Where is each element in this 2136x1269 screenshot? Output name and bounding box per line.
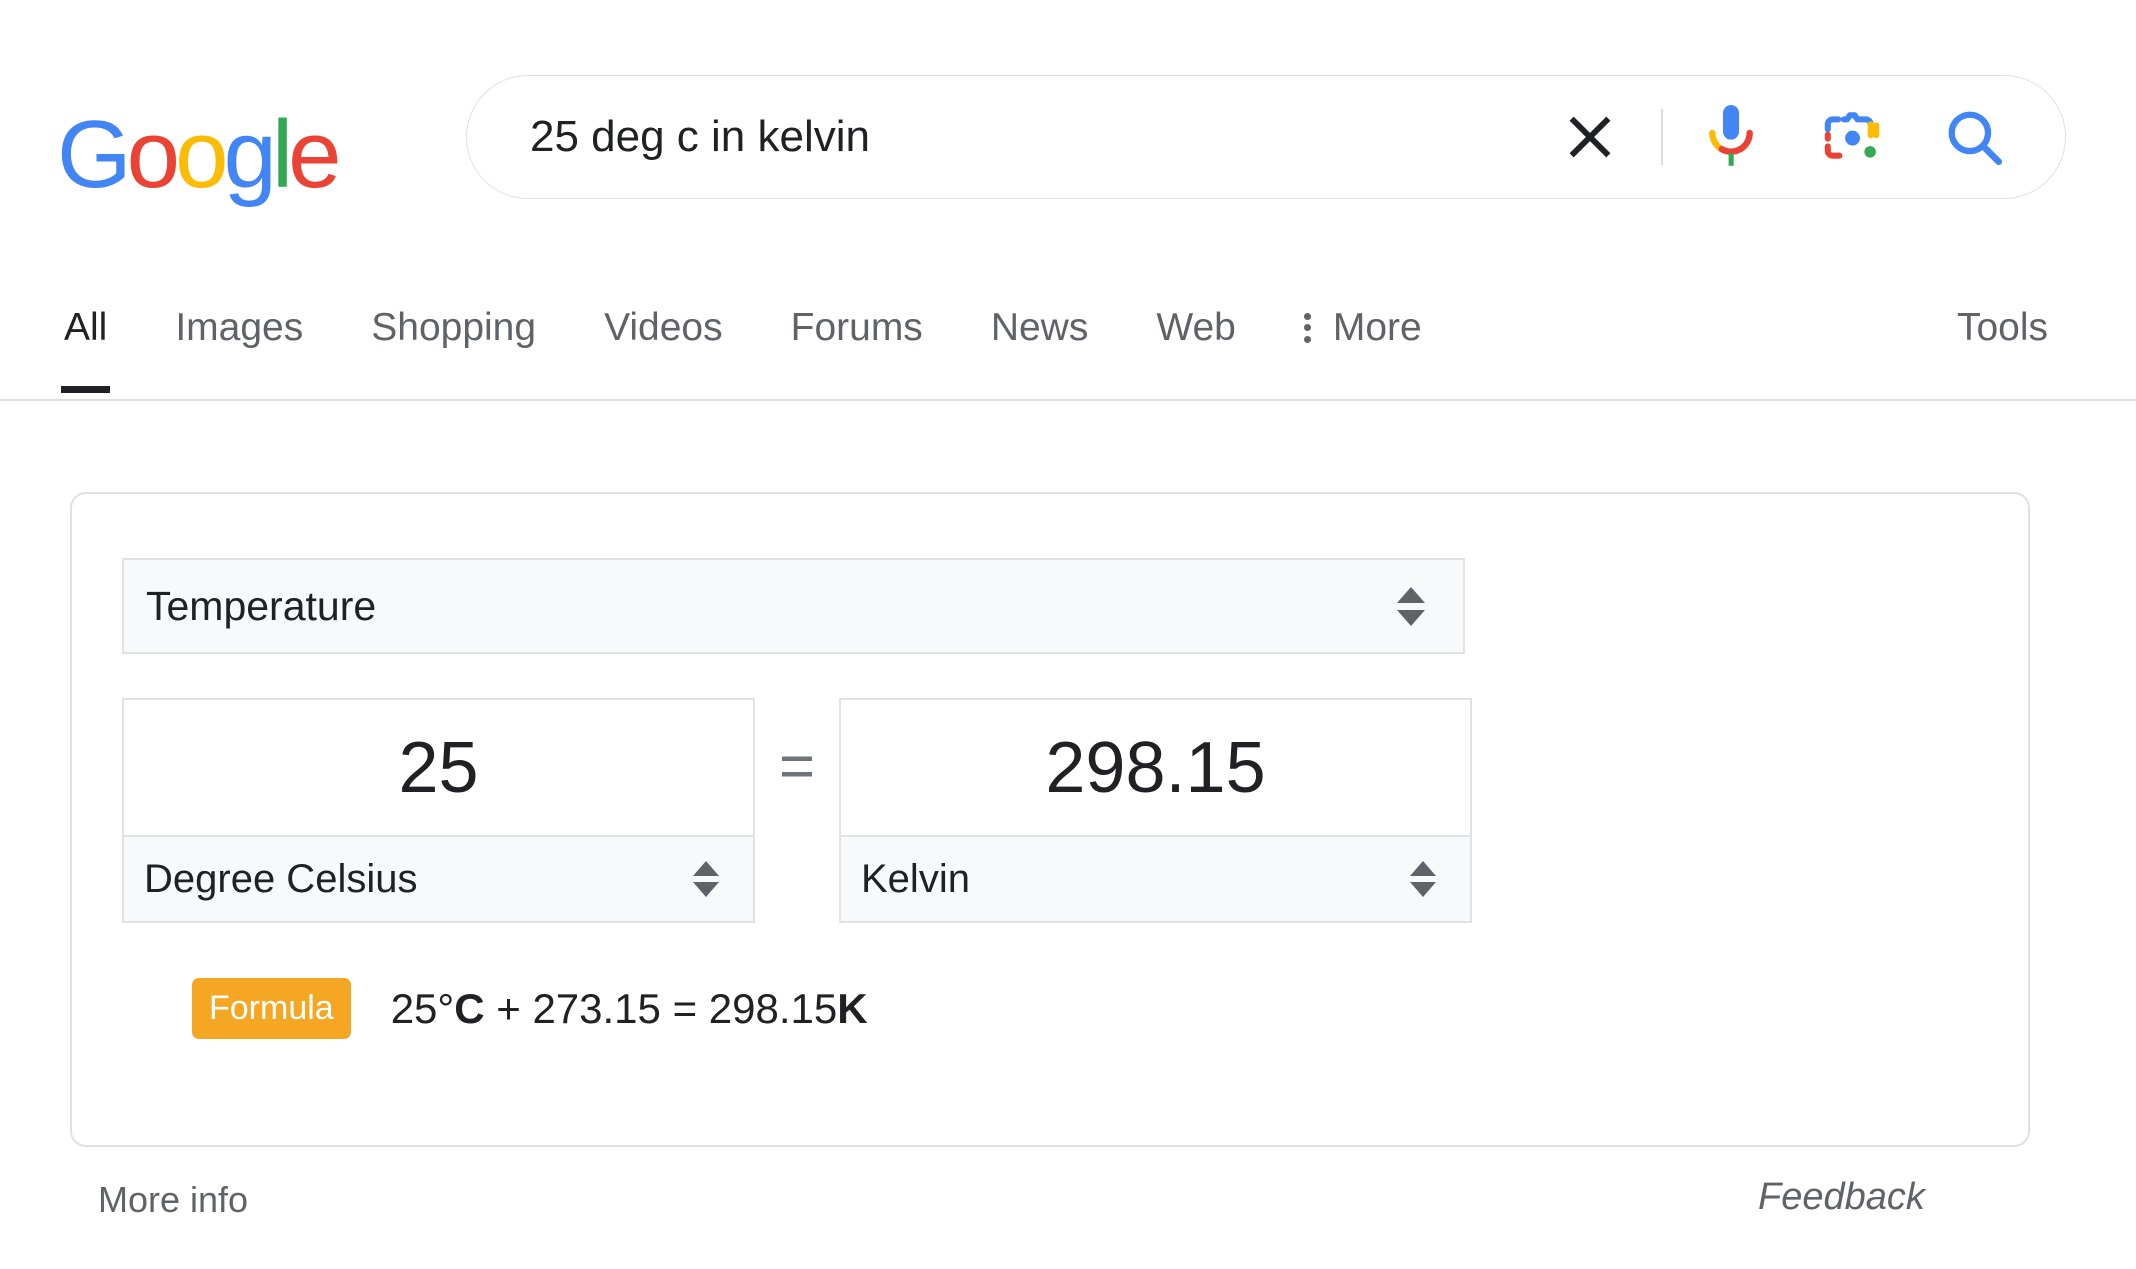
- converter-from-side: 25 Degree Celsius: [122, 698, 755, 923]
- from-unit-select[interactable]: Degree Celsius: [122, 835, 755, 923]
- converter-to-side: 298.15 Kelvin: [839, 698, 1472, 923]
- more-filters-button[interactable]: More: [1303, 290, 1422, 393]
- tab-shopping[interactable]: Shopping: [371, 290, 536, 393]
- more-info-link[interactable]: More info: [98, 1182, 248, 1218]
- formula-badge: Formula: [192, 978, 351, 1039]
- logo-letter-o1: o: [126, 101, 180, 208]
- search-bar-actions: [1555, 76, 2065, 198]
- formula-input-value: 25: [390, 984, 438, 1032]
- tab-web[interactable]: Web: [1156, 290, 1236, 393]
- google-logo[interactable]: Google: [57, 101, 342, 208]
- search-actions-divider: [1661, 109, 1663, 165]
- more-vertical-icon: [1303, 312, 1311, 343]
- nav-tab-list: All Images Shopping Videos Forums News W…: [60, 290, 1422, 393]
- logo-letter-g1: G: [57, 101, 132, 208]
- tab-images[interactable]: Images: [175, 290, 303, 393]
- search-icon[interactable]: [1941, 104, 2007, 170]
- unit-category-select[interactable]: Temperature: [122, 558, 1465, 654]
- to-unit-select[interactable]: Kelvin: [839, 835, 1472, 923]
- google-lens-icon[interactable]: [1819, 104, 1885, 170]
- unit-category-value: Temperature: [146, 582, 377, 629]
- from-unit-value: Degree Celsius: [144, 856, 418, 901]
- formula-row: Formula 25°C + 273.15 = 298.15K: [192, 978, 868, 1039]
- more-filters-label: More: [1332, 306, 1422, 349]
- formula-degree-symbol: °: [437, 984, 455, 1032]
- search-header: Google 25 deg c in kelvin All Images Sho…: [0, 0, 2136, 401]
- logo-letter-e: e: [288, 101, 341, 208]
- tools-button[interactable]: Tools: [1957, 290, 2048, 393]
- chevron-updown-icon: [1397, 586, 1425, 626]
- microphone-icon[interactable]: [1699, 102, 1763, 172]
- to-value-input[interactable]: 298.15: [839, 698, 1472, 835]
- chevron-updown-icon: [693, 861, 719, 897]
- logo-letter-l: l: [271, 101, 293, 208]
- tab-all[interactable]: All: [60, 290, 111, 393]
- formula-expression: 25°C + 273.15 = 298.15K: [390, 984, 868, 1032]
- search-input[interactable]: [530, 107, 1555, 167]
- unit-converter-card: Temperature 25 Degree Celsius = 298.15 K…: [70, 492, 2030, 1147]
- equals-sign: =: [778, 731, 816, 801]
- chevron-updown-icon: [1410, 861, 1436, 897]
- close-icon[interactable]: [1555, 102, 1625, 172]
- to-value-text: 298.15: [1045, 727, 1266, 808]
- from-value-input[interactable]: 25: [122, 698, 755, 835]
- formula-equals: =: [660, 984, 709, 1032]
- from-value-text: 25: [398, 727, 479, 808]
- header-bottom-divider: [0, 399, 2136, 401]
- search-bar[interactable]: [466, 75, 2066, 199]
- tab-news[interactable]: News: [991, 290, 1089, 393]
- search-nav-tabs: All Images Shopping Videos Forums News W…: [0, 290, 2136, 400]
- logo-letter-g2: g: [223, 101, 276, 208]
- tab-videos[interactable]: Videos: [604, 290, 723, 393]
- formula-offset: 273.15: [532, 984, 661, 1032]
- formula-result-value: 298.15: [708, 984, 838, 1032]
- formula-operator: +: [484, 984, 533, 1032]
- feedback-link[interactable]: Feedback: [1758, 1178, 1925, 1216]
- logo-letter-o2: o: [175, 101, 228, 208]
- converter-fields: 25 Degree Celsius = 298.15 Kelvin: [122, 698, 1992, 938]
- formula-result-unit: K: [837, 984, 868, 1032]
- to-unit-value: Kelvin: [861, 856, 970, 901]
- formula-input-unit: C: [454, 984, 485, 1032]
- tab-forums[interactable]: Forums: [791, 290, 923, 393]
